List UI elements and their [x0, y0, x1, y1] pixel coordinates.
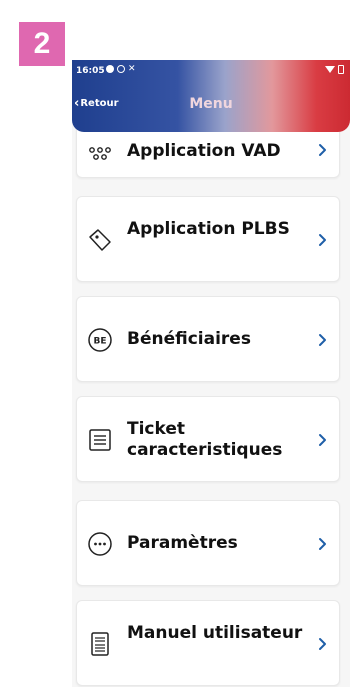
status-bar: 16:05 ✕ — [72, 60, 350, 84]
chevron-right-icon — [319, 144, 326, 156]
status-icons-right — [325, 65, 344, 74]
chevron-right-icon — [319, 334, 326, 346]
be-badge-icon: BE — [88, 328, 112, 352]
chevron-right-icon — [319, 538, 326, 550]
manual-book-icon — [91, 632, 109, 656]
menu-item-application-plbs[interactable]: Application PLBS — [76, 196, 340, 282]
dots-network-icon — [89, 147, 111, 160]
svg-text:BE: BE — [93, 337, 106, 347]
menu-item-label: Application PLBS — [127, 219, 290, 239]
app-header: 16:05 ✕ ‹ Retour Menu — [72, 60, 350, 132]
circle-icon — [117, 65, 125, 73]
battery-icon — [338, 65, 344, 74]
notification-dot-icon — [106, 65, 114, 73]
wifi-icon — [325, 66, 335, 73]
step-number-badge: 2 — [19, 22, 65, 66]
phone-screen: Application VAD Application PLBS BE Béné… — [72, 60, 350, 687]
chevron-right-icon — [319, 638, 326, 650]
more-circle-icon — [88, 532, 112, 556]
menu-item-label: Application VAD — [127, 141, 281, 161]
x-icon: ✕ — [128, 64, 136, 74]
menu-item-label: Bénéficiaires — [127, 329, 251, 349]
status-time: 16:05 — [76, 66, 105, 76]
menu-item-label: Paramètres — [127, 533, 238, 553]
menu-item-parametres[interactable]: Paramètres — [76, 500, 340, 586]
menu-item-ticket-caracteristiques[interactable]: Ticket caracteristiques — [76, 396, 340, 482]
tag-icon — [89, 229, 111, 251]
menu-item-beneficiaires[interactable]: BE Bénéficiaires — [76, 296, 340, 382]
chevron-right-icon — [319, 434, 326, 446]
status-icons-left: ✕ — [106, 64, 136, 74]
page-title: Menu — [189, 96, 233, 112]
receipt-icon — [89, 429, 111, 451]
menu-item-label: Manuel utilisateur — [127, 623, 303, 643]
menu-item-label: Ticket caracteristiques — [127, 419, 283, 460]
chevron-right-icon — [319, 234, 326, 246]
menu-item-manuel-utilisateur[interactable]: Manuel utilisateur — [76, 600, 340, 686]
